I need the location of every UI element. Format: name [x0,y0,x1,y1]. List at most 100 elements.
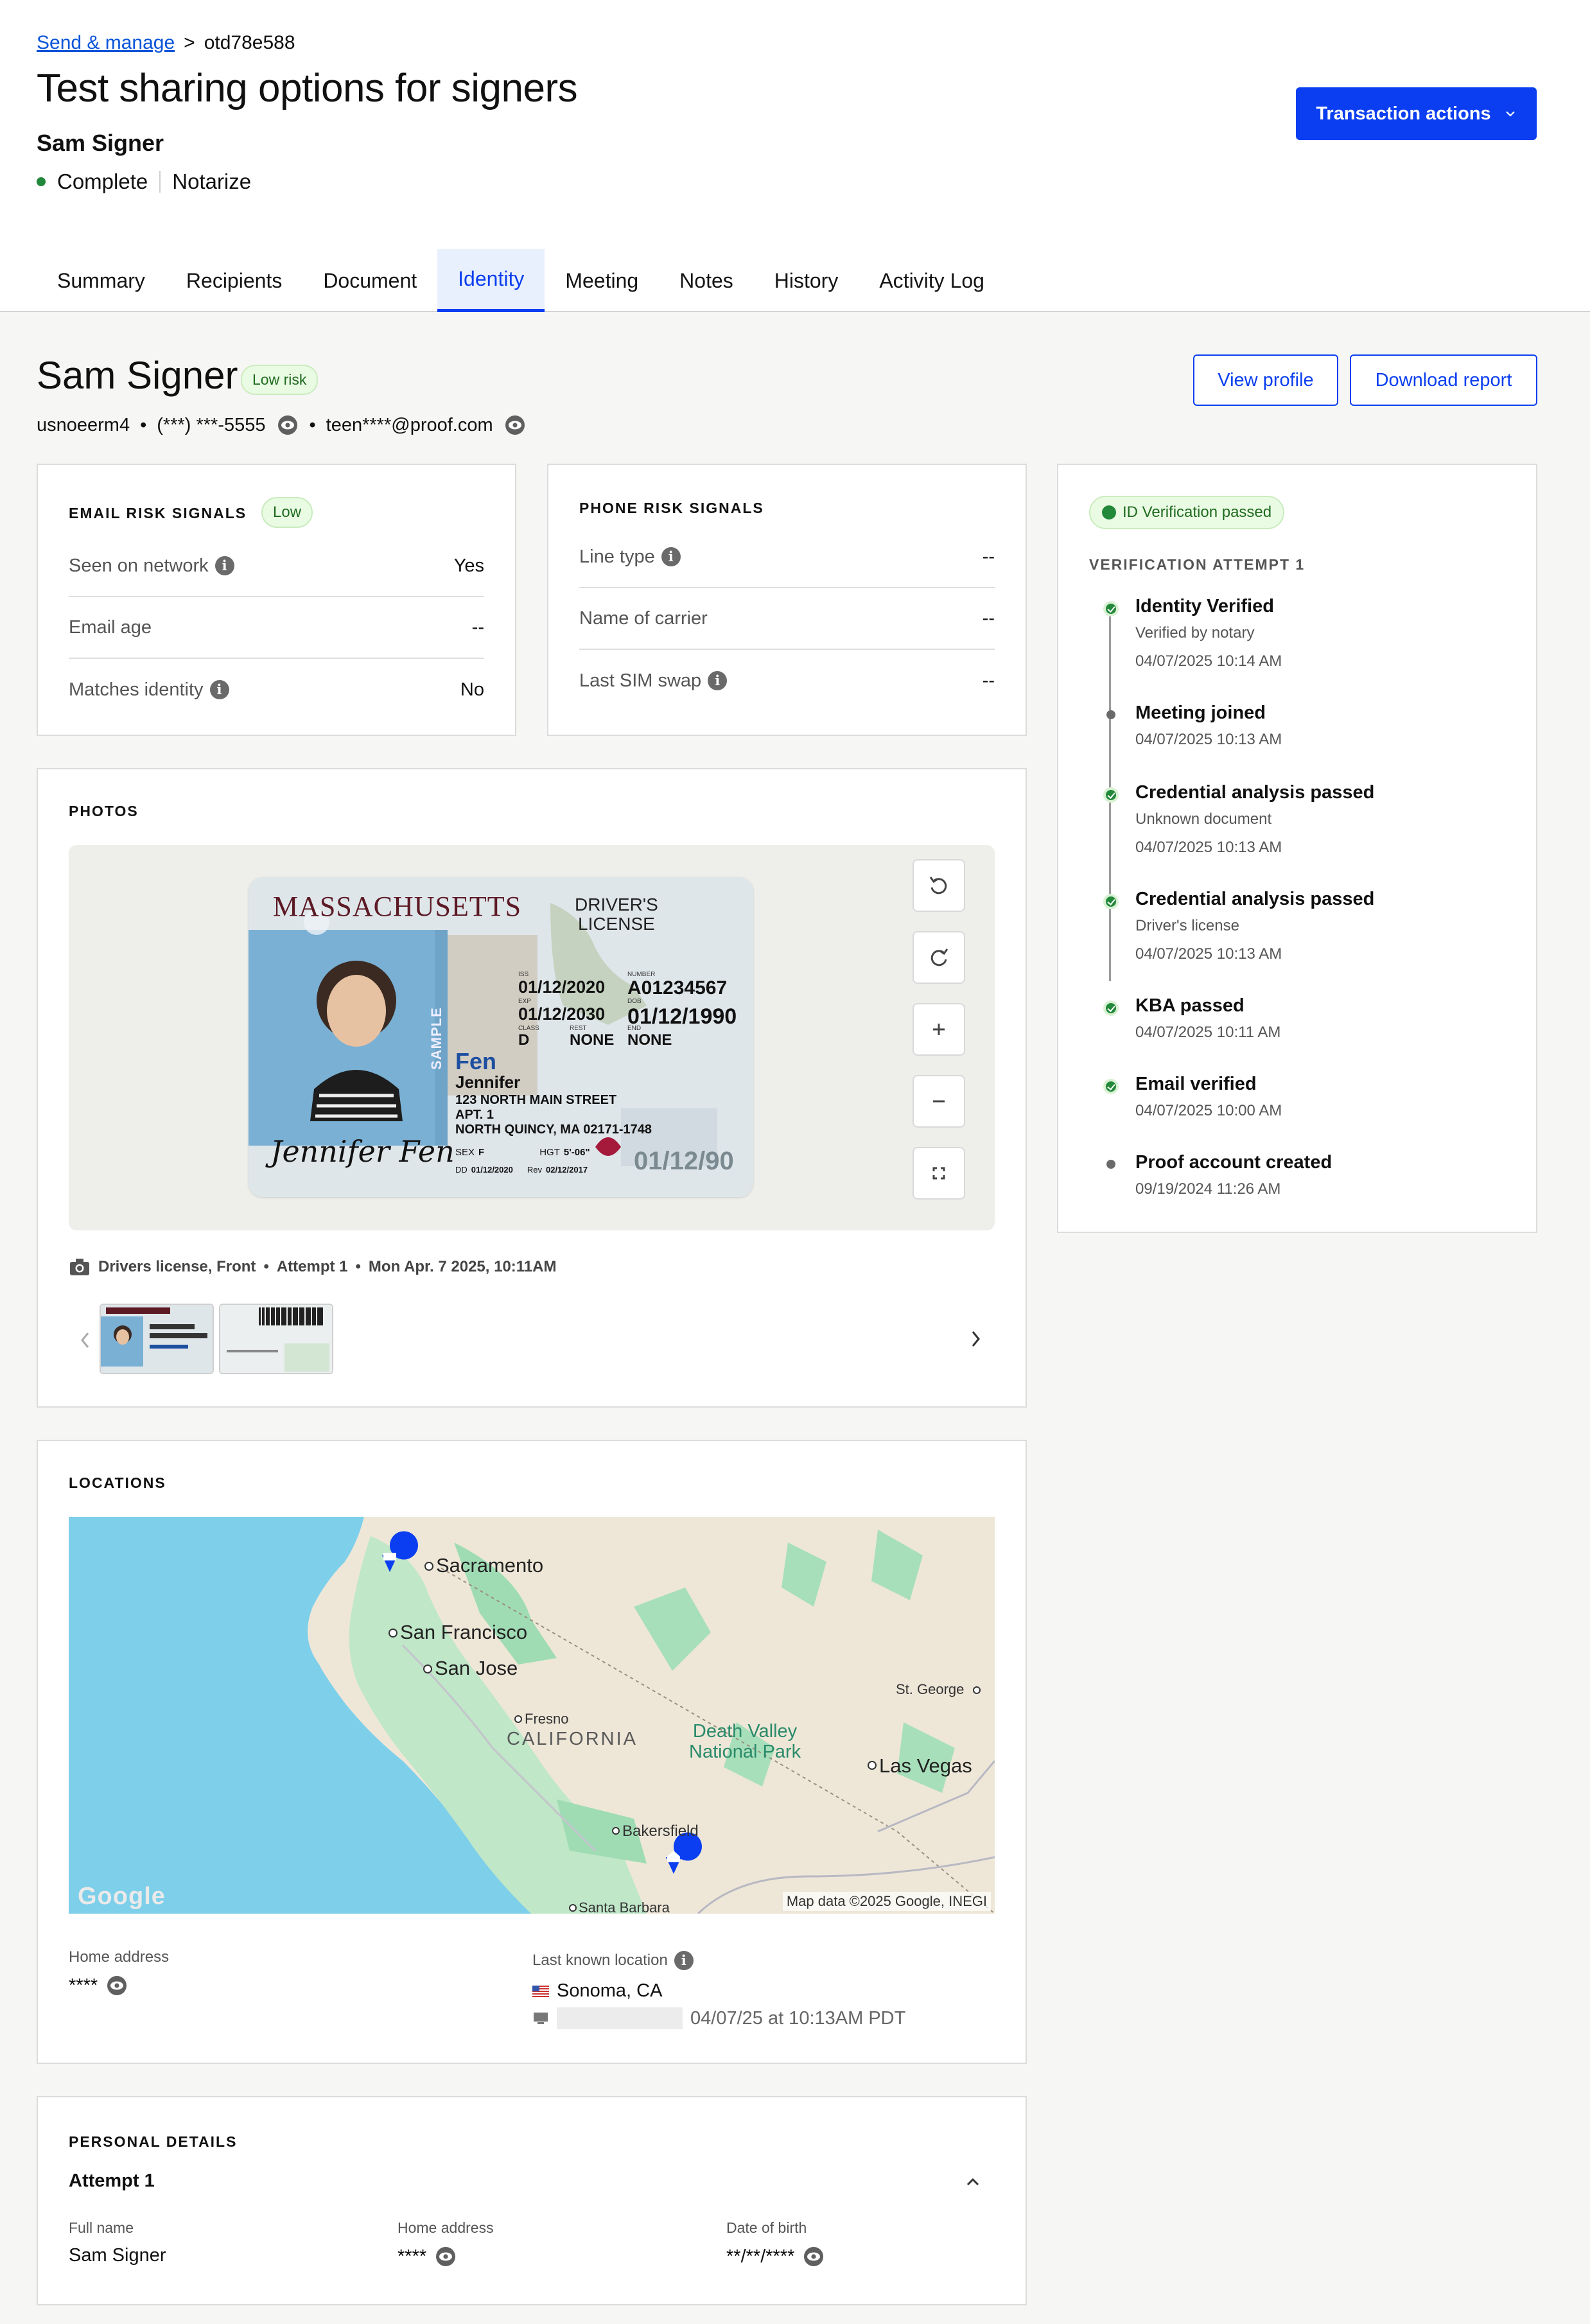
photos-heading: PHOTOS [69,803,139,819]
fullscreen-button[interactable] [913,1147,965,1200]
home-address-value: **** [398,2245,457,2268]
map-label-san-jose: San Jose [435,1657,518,1679]
info-icon[interactable]: i [209,680,229,699]
license-ghost-dob: 01/12/90 [634,1147,734,1175]
verification-card: ID Verification passed VERIFICATION ATTE… [1057,464,1537,1233]
home-address-masked: **** [398,2246,427,2267]
breadcrumb-current: otd78e588 [204,32,295,53]
dot-icon [1106,1160,1115,1169]
signal-row: Line type i -- [579,527,995,588]
tab-document[interactable]: Document [302,249,437,312]
home-address-label: Home address [69,1948,170,1966]
chevron-right-icon[interactable] [968,1328,983,1350]
check-circle-icon [1103,894,1119,909]
transaction-actions-button[interactable]: Transaction actions [1296,87,1537,140]
signal-label: Last SIM swap [579,670,702,691]
info-icon[interactable]: i [674,1951,694,1970]
reveal-dob-eye-icon[interactable] [802,2245,825,2268]
last-known-city: Sonoma, CA [532,1980,662,2002]
id-verification-text: ID Verification passed [1123,503,1272,521]
map-label-fresno: Fresno [525,1711,569,1727]
breadcrumb-send-manage-link[interactable]: Send & manage [37,32,175,54]
id-verification-badge: ID Verification passed [1089,496,1285,529]
event-title: Credential analysis passed [1135,889,1375,909]
drivers-license-image: MASSACHUSETTS DRIVER'S LICENSE ISS 01/12/… [249,877,753,1197]
attempt-heading: Attempt 1 [69,2171,155,2191]
bullet: • [309,414,316,435]
dob-masked: **/**/**** [726,2246,795,2267]
zoom-out-button[interactable] [913,1075,965,1128]
event-time: 04/07/2025 10:13 AM [1135,839,1282,856]
bullet: • [355,1258,361,1275]
signal-value: -- [982,546,995,567]
zoom-in-button[interactable] [913,1003,965,1056]
transaction-type: Notarize [172,170,252,193]
tab-recipients[interactable]: Recipients [166,249,302,312]
tab-history[interactable]: History [754,249,859,312]
email-risk-heading: EMAIL RISK SIGNALS [69,505,247,521]
photo-attempt: Attempt 1 [276,1258,348,1275]
info-icon[interactable]: i [708,671,728,690]
photo-viewer[interactable]: MASSACHUSETTS DRIVER'S LICENSE ISS 01/12/… [69,845,995,1230]
reveal-phone-eye-icon[interactable] [276,414,299,437]
signal-value: -- [982,607,995,629]
license-address: 123 NORTH MAIN STREET APT. 1 NORTH QUINCY,… [455,1093,652,1137]
tab-bar: Summary Recipients Document Identity Mee… [37,249,1005,312]
signal-value: -- [471,616,484,638]
tab-notes[interactable]: Notes [659,249,754,312]
view-profile-button[interactable]: View profile [1193,354,1338,406]
transaction-header: Send & manage > otd78e588 Test sharing o… [0,0,1590,312]
breadcrumb: Send & manage > otd78e588 [37,32,295,54]
event-time: 04/07/2025 10:14 AM [1135,652,1282,670]
photo-thumbnail-back[interactable] [219,1304,333,1374]
location-map[interactable]: Sacramento San Francisco San Jose Fresno… [69,1517,995,1914]
signal-label: Matches identity [69,679,204,700]
tab-summary[interactable]: Summary [37,249,166,312]
transaction-status: Complete Notarize [37,170,251,194]
rotate-left-button[interactable] [913,859,965,912]
camera-icon [70,1259,89,1275]
info-icon[interactable]: i [214,556,234,575]
breadcrumb-separator: > [184,32,195,53]
tab-activity-log[interactable]: Activity Log [859,249,1005,312]
full-name-value: Sam Signer [69,2245,166,2266]
home-address-value: **** [69,1974,128,1997]
identity-meta: usnoeerm4 • (***) ***-5555 • teen****@pr… [37,414,527,437]
download-report-button[interactable]: Download report [1350,354,1537,406]
photo-thumbnail-front[interactable] [100,1304,214,1374]
license-back-thumbnail [220,1305,332,1373]
reveal-address-eye-icon[interactable] [434,2245,457,2268]
status-text: Complete [57,170,148,193]
tab-meeting[interactable]: Meeting [545,249,659,312]
status-dot-icon [37,177,46,186]
personal-details-heading: PERSONAL DETAILS [69,2133,238,2150]
phone-risk-signals-card: PHONE RISK SIGNALS Line type i -- Name of… [547,464,1027,736]
check-circle-icon [1103,787,1119,803]
event-title: Email verified [1135,1074,1257,1094]
chevron-up-icon[interactable] [963,2172,983,2192]
page-title: Test sharing options for signers [37,66,578,110]
event-title: Proof account created [1135,1152,1332,1173]
license-iss: 01/12/2020 [518,977,606,997]
identity-name: Sam Signer [37,354,238,397]
redacted-ip [557,2007,683,2029]
event-title: KBA passed [1135,995,1245,1016]
signal-value: Yes [453,555,484,576]
signal-label: Name of carrier [579,607,708,629]
signal-row: Last SIM swap i -- [579,650,995,712]
rotate-left-icon [929,877,947,895]
signal-value: -- [982,670,995,691]
phone-risk-heading: PHONE RISK SIGNALS [579,500,764,516]
tab-identity[interactable]: Identity [437,249,545,312]
license-sex-hgt: SEX F HGT 5'-06" [455,1147,590,1158]
reveal-address-eye-icon[interactable] [105,1974,128,1997]
info-icon[interactable]: i [661,547,681,566]
reveal-email-eye-icon[interactable] [503,414,527,437]
user-id: usnoeerm4 [37,414,130,435]
event-title: Identity Verified [1135,596,1274,616]
rotate-right-button[interactable] [913,931,965,984]
bullet: • [263,1258,269,1275]
event-subtitle: Unknown document [1135,810,1272,828]
signal-label: Line type [579,546,655,567]
chevron-left-icon[interactable] [78,1329,93,1351]
